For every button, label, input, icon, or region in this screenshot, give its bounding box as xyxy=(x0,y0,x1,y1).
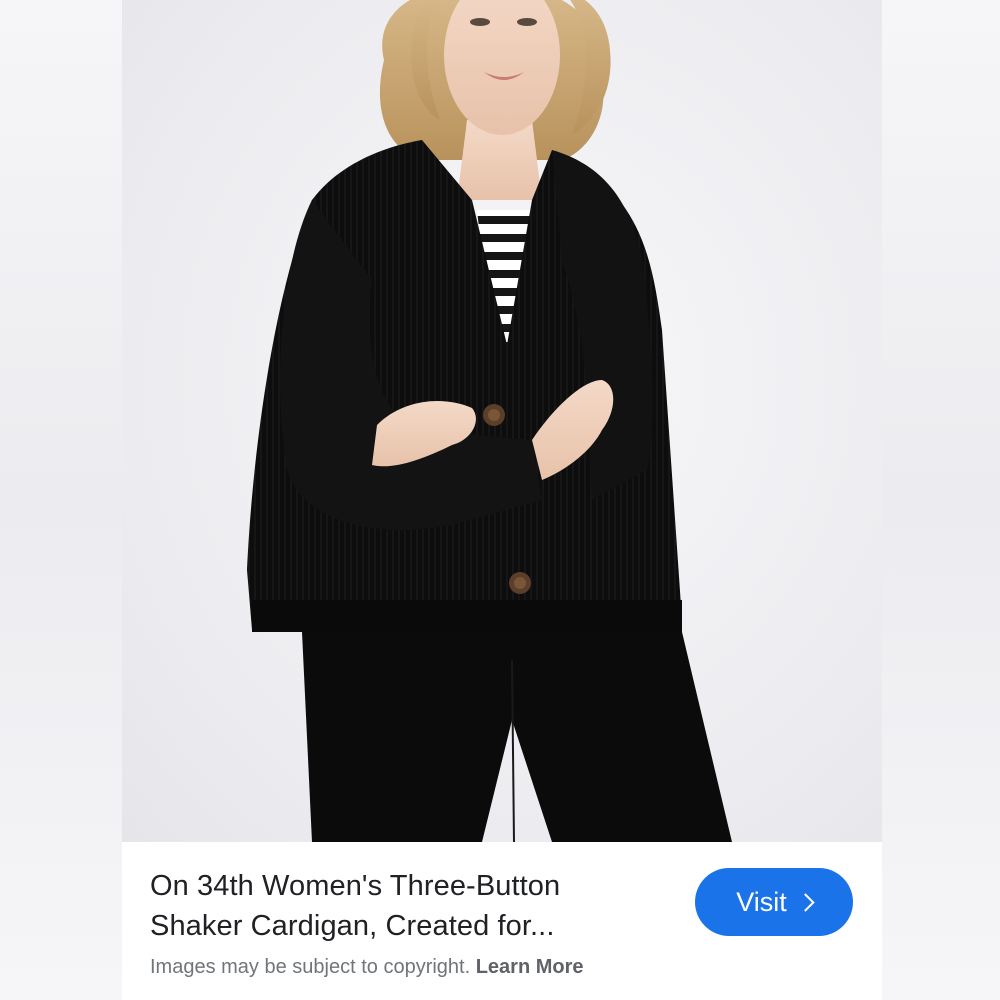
product-image[interactable] xyxy=(122,0,882,842)
copyright-text: Images may be subject to copyright. xyxy=(150,956,471,978)
visit-button-label: Visit xyxy=(736,886,787,917)
product-title[interactable]: On 34th Women's Three-Button Shaker Card… xyxy=(150,866,650,946)
background-left xyxy=(0,0,122,1000)
copyright-notice: Images may be subject to copyright. Lear… xyxy=(150,956,584,979)
background-right xyxy=(882,0,1000,1000)
product-info: On 34th Women's Three-Button Shaker Card… xyxy=(122,842,882,1000)
learn-more-link[interactable]: Learn More xyxy=(476,956,584,978)
product-title-line-1: On 34th Women's Three-Button xyxy=(150,870,561,902)
page: On 34th Women's Three-Button Shaker Card… xyxy=(0,0,1000,1000)
chevron-right-icon xyxy=(796,893,815,912)
product-title-line-2: Shaker Cardigan, Created for... xyxy=(150,910,555,942)
visit-button[interactable]: Visit xyxy=(695,868,853,936)
product-card: On 34th Women's Three-Button Shaker Card… xyxy=(122,0,882,1000)
